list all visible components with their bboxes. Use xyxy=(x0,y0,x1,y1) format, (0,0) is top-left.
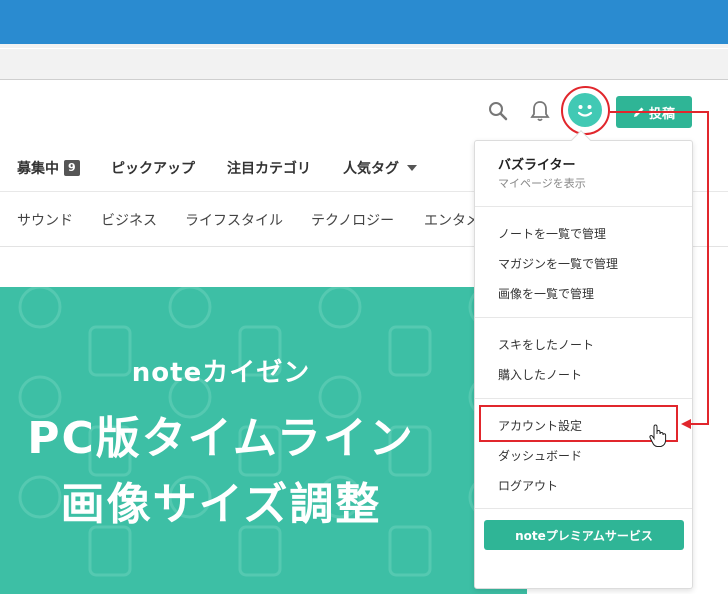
post-button[interactable]: 投稿 xyxy=(616,96,692,128)
browser-top-bar xyxy=(0,0,728,44)
bell-icon[interactable] xyxy=(528,99,552,123)
browser-toolbar xyxy=(0,44,728,80)
hand-cursor-icon xyxy=(649,424,667,447)
banner-subtitle: noteカイゼン xyxy=(131,358,311,388)
menu-divider xyxy=(475,508,692,509)
banner-title-line1: PC版タイムライン xyxy=(27,413,415,464)
caret-down-icon xyxy=(407,165,417,171)
nav-item-label: 人気タグ xyxy=(343,161,399,177)
search-icon[interactable] xyxy=(486,99,510,123)
nav-item-label: ピックアップ xyxy=(111,161,195,177)
menu-item-manage-magazines[interactable]: マガジンを一覧で管理 xyxy=(498,255,618,272)
post-button-label: 投稿 xyxy=(648,106,675,122)
nav-item-label: 注目カテゴリ xyxy=(227,161,311,177)
nav-item-label: 募集中 xyxy=(17,161,59,177)
menu-item-logout[interactable]: ログアウト xyxy=(498,477,558,494)
menu-divider xyxy=(475,317,692,318)
category-lifestyle[interactable]: ライフスタイル xyxy=(185,210,283,230)
nav-item-recruiting[interactable]: 募集中 9 xyxy=(17,158,80,178)
menu-user-name[interactable]: バズライター xyxy=(498,154,575,173)
category-technology[interactable]: テクノロジー xyxy=(311,210,394,230)
nav-item-popular-tags[interactable]: 人気タグ xyxy=(343,158,417,178)
premium-service-button[interactable]: noteプレミアムサービス xyxy=(484,520,684,550)
menu-item-manage-notes[interactable]: ノートを一覧で管理 xyxy=(498,225,606,242)
category-entertainment[interactable]: エンタメ xyxy=(424,210,480,230)
pencil-icon xyxy=(633,107,644,117)
menu-item-liked-notes[interactable]: スキをしたノート xyxy=(498,336,594,353)
menu-divider xyxy=(475,398,692,399)
menu-item-manage-images[interactable]: 画像を一覧で管理 xyxy=(498,285,594,302)
banner-title-line2: 画像サイズ調整 xyxy=(60,479,382,530)
nav-item-pickup[interactable]: ピックアップ xyxy=(111,158,195,178)
menu-mypage-link[interactable]: マイページを表示 xyxy=(498,175,586,191)
nav-item-featured-categories[interactable]: 注目カテゴリ xyxy=(227,158,311,178)
menu-item-purchased-notes[interactable]: 購入したノート xyxy=(498,366,582,383)
count-badge: 9 xyxy=(64,160,80,176)
menu-item-dashboard[interactable]: ダッシュボード xyxy=(498,447,582,464)
menu-divider xyxy=(475,206,692,207)
annotation-circle xyxy=(561,86,610,135)
category-sound[interactable]: サウンド xyxy=(17,210,73,230)
category-business[interactable]: ビジネス xyxy=(101,210,157,230)
